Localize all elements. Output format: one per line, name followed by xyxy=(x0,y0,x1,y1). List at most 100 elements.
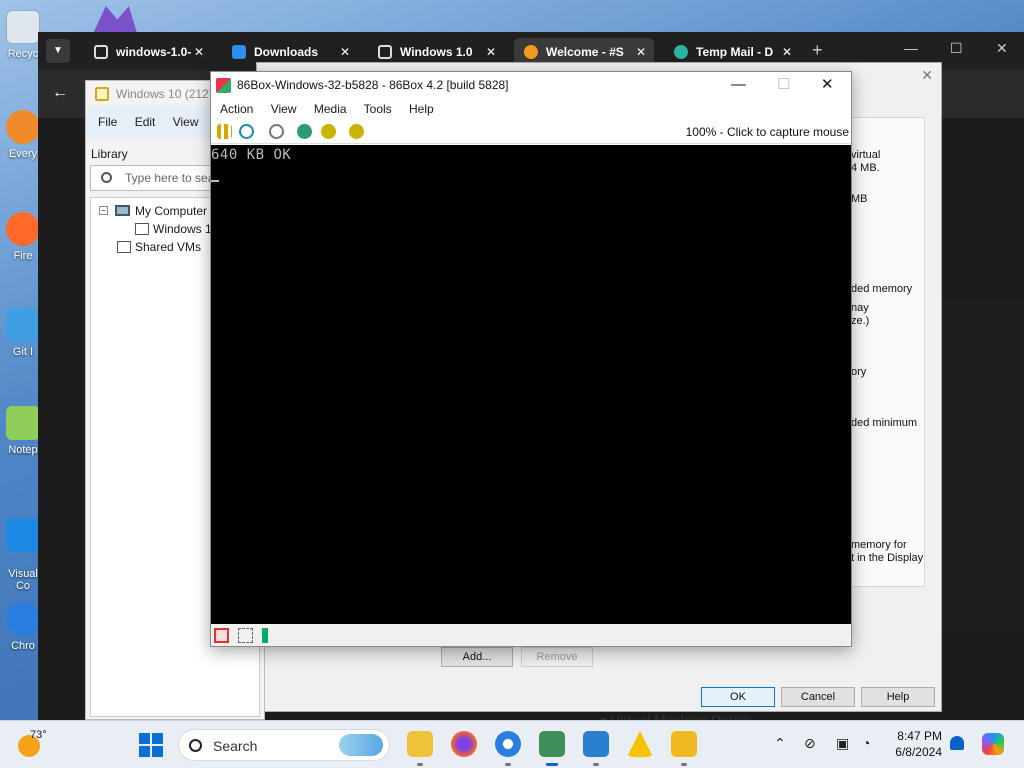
window-title: Windows 10 (2127 xyxy=(116,87,216,101)
desktop-icon-label: Notep xyxy=(8,444,38,456)
description-text: ded minimum xyxy=(851,417,918,429)
maximize-button[interactable]: ☐ xyxy=(777,72,790,98)
86box-menu-bar: Action View Media Tools Help xyxy=(211,98,851,120)
archive-icon xyxy=(378,45,392,59)
taskbar: 73° Search ⌃ ⊘ ▣ ◔ 8:47 PM 6/8/2024 xyxy=(0,720,1024,768)
tab-windows-archive[interactable]: windows-1.0- ✕ xyxy=(84,38,212,66)
cloud-sync-icon[interactable]: ◔ xyxy=(862,735,870,751)
close-icon[interactable]: ✕ xyxy=(194,38,204,66)
description-text: nay ze.) xyxy=(851,302,870,327)
sound-icon[interactable] xyxy=(262,628,277,643)
file-explorer-icon[interactable] xyxy=(407,731,433,757)
cancel-button[interactable]: Cancel xyxy=(781,687,855,707)
globe-icon xyxy=(674,45,688,59)
network-off-icon[interactable]: ⊘ xyxy=(804,735,816,752)
weather-temp: 73° xyxy=(30,729,47,741)
archive-icon xyxy=(94,45,108,59)
start-button[interactable] xyxy=(139,733,163,757)
chrome-icon[interactable] xyxy=(495,731,521,757)
hdd-icon[interactable] xyxy=(214,628,229,643)
help-button[interactable]: Help xyxy=(861,687,935,707)
download-icon xyxy=(232,45,246,59)
tab-title: Welcome - #S xyxy=(546,45,624,59)
search-icon xyxy=(101,172,112,183)
new-tab-button[interactable]: + xyxy=(812,40,823,61)
desktop-icon-label: Every xyxy=(8,148,38,160)
settings-description-panel xyxy=(849,117,925,587)
86box-taskbar-icon[interactable] xyxy=(539,731,565,757)
menu-view[interactable]: View xyxy=(173,115,199,129)
window-title: 86Box-Windows-32-b5828 - 86Box 4.2 [buil… xyxy=(237,78,509,92)
menu-edit[interactable]: Edit xyxy=(135,115,156,129)
warning-app-icon[interactable] xyxy=(627,731,653,757)
pause-icon[interactable] xyxy=(217,124,232,139)
chevron-up-icon[interactable]: ⌃ xyxy=(774,735,786,752)
weather-widget[interactable]: 73° xyxy=(18,727,47,757)
close-window-button[interactable]: ✕ xyxy=(996,40,1008,57)
86box-status-bar xyxy=(211,624,851,646)
search-placeholder: Type here to sea xyxy=(125,171,215,185)
add-button[interactable]: Add... xyxy=(441,647,513,667)
menu-view[interactable]: View xyxy=(271,102,297,116)
vm-icon xyxy=(135,223,149,235)
search-icon xyxy=(189,739,202,752)
menu-tools[interactable]: Tools xyxy=(364,102,392,116)
collapse-icon[interactable]: − xyxy=(99,206,108,215)
minimize-button[interactable]: — xyxy=(904,40,918,56)
tree-item-label: My Computer xyxy=(135,204,208,218)
desktop-icon-label: Git I xyxy=(12,346,34,358)
tree-item-label: Shared VMs xyxy=(135,240,202,254)
settings-gear-icon[interactable] xyxy=(297,124,312,139)
tab-title: Downloads xyxy=(254,45,319,59)
shared-vms-icon xyxy=(117,241,131,253)
running-indicator xyxy=(593,763,599,766)
menu-media[interactable]: Media xyxy=(314,102,347,116)
close-icon[interactable]: ✕ xyxy=(921,67,933,84)
description-text: ded memory xyxy=(851,283,913,295)
tab-actions-button[interactable]: ▼ xyxy=(46,39,70,63)
tab-title: Temp Mail - D xyxy=(696,45,774,59)
clock[interactable]: 8:47 PM 6/8/2024 xyxy=(876,728,942,760)
menu-file[interactable]: File xyxy=(98,115,117,129)
running-indicator xyxy=(417,763,423,766)
ok-button[interactable]: OK xyxy=(701,687,775,707)
tab-title: windows-1.0- xyxy=(116,45,192,59)
power-icon[interactable] xyxy=(269,124,284,139)
monitor-icon[interactable]: ▣ xyxy=(836,735,849,752)
notepad-icon[interactable] xyxy=(583,731,609,757)
86box-window: 86Box-Windows-32-b5828 - 86Box 4.2 [buil… xyxy=(210,71,852,647)
description-text: ory xyxy=(851,366,867,378)
back-arrow-icon[interactable]: ← xyxy=(52,84,68,102)
search-label: Search xyxy=(213,738,258,754)
emulator-screen[interactable]: 640 KB OK xyxy=(211,145,851,624)
text-cursor xyxy=(211,180,219,182)
maximize-button[interactable]: ☐ xyxy=(950,40,963,57)
menu-help[interactable]: Help xyxy=(409,102,434,116)
floppy-icon[interactable] xyxy=(238,628,253,643)
desktop-icon-label: Fire xyxy=(13,250,33,262)
menu-action[interactable]: Action xyxy=(220,102,253,116)
close-window-button[interactable]: ✕ xyxy=(821,72,834,98)
vmware-app-icon xyxy=(95,87,109,101)
tab-title: Windows 1.0 xyxy=(400,45,473,59)
remove-button[interactable]: Remove xyxy=(521,647,593,667)
bios-memory-text: 640 KB OK xyxy=(211,147,292,163)
keyboard-icon[interactable] xyxy=(321,124,336,139)
firefox-icon[interactable] xyxy=(451,731,477,757)
cad-icon[interactable] xyxy=(349,124,364,139)
desktop-icon-label: Chro xyxy=(11,640,35,652)
reset-icon[interactable] xyxy=(239,124,254,139)
minimize-button[interactable]: — xyxy=(731,72,746,98)
taskbar-search[interactable]: Search xyxy=(178,729,390,761)
description-text: virtual 4 MB. xyxy=(851,149,881,174)
description-text: memory for t in the Display xyxy=(851,539,924,564)
active-indicator xyxy=(546,763,558,766)
copilot-icon[interactable] xyxy=(982,733,1004,755)
date-label: 6/8/2024 xyxy=(895,745,942,759)
search-highlight-image xyxy=(339,734,383,756)
notification-bell-icon[interactable] xyxy=(950,736,964,750)
desktop-icon-label: Visual Co xyxy=(8,568,38,592)
vmware-taskbar-icon[interactable] xyxy=(671,731,697,757)
background-window-edge xyxy=(942,300,1024,630)
description-text: MB xyxy=(851,193,868,205)
